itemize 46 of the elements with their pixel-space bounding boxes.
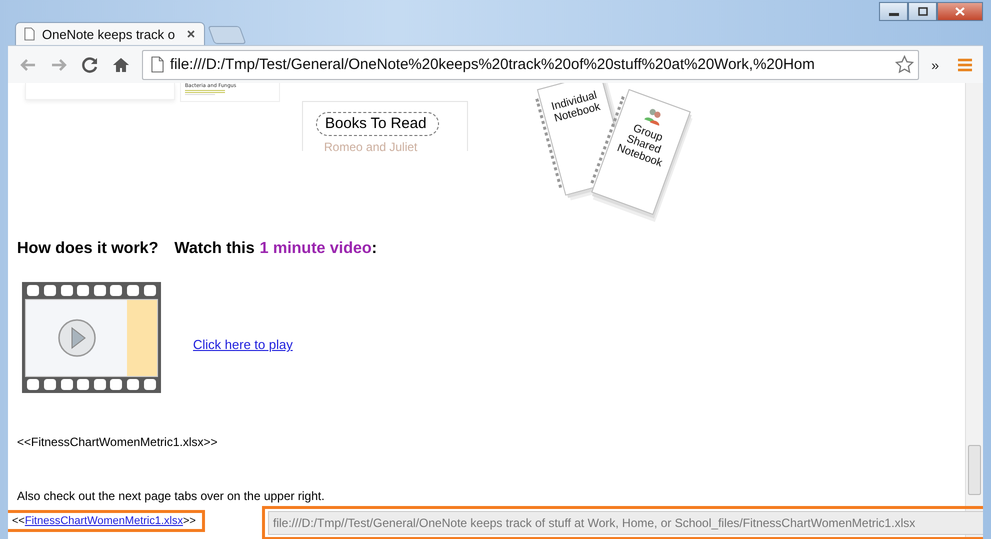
heading-text: :: [372, 240, 377, 258]
minimize-button[interactable]: [879, 2, 908, 21]
book-item: Romeo and Juliet: [323, 140, 418, 154]
attachment-link[interactable]: FitnessChartWomenMetric1.xlsx: [24, 515, 183, 527]
overflow-button[interactable]: »: [925, 56, 945, 72]
close-button[interactable]: [937, 2, 983, 21]
video-thumbnail[interactable]: [22, 282, 161, 393]
sprocket-hole: [94, 285, 106, 296]
sprocket-hole: [110, 285, 122, 296]
star-icon[interactable]: [895, 55, 914, 74]
sprocket-hole: [60, 379, 73, 390]
bracket-text: <<: [12, 515, 25, 527]
status-url: file:///D:/Tmp//Test/General/OneNote keeps track of stuff at Work, Home, or School_files/FitnessChartWomenMetric1.xlsx: [268, 511, 983, 535]
scrollbar-thumb[interactable]: [968, 445, 981, 495]
video-link[interactable]: 1 minute video: [260, 240, 372, 258]
page-icon: [24, 27, 35, 41]
minimize-icon: [888, 13, 898, 16]
sprocket-hole: [44, 285, 56, 296]
address-bar[interactable]: file:///D:/Tmp/Test/General/OneNote%20keeps%20track%20of%20stuff%20at%20Work,%20Hom: [142, 50, 920, 80]
sprocket-hole: [110, 379, 122, 390]
reload-icon[interactable]: [80, 54, 100, 74]
sprocket-hole: [94, 379, 106, 390]
browser-tab[interactable]: OneNote keeps track o: [15, 22, 205, 45]
close-icon[interactable]: [186, 29, 196, 39]
sprocket-hole: [60, 285, 73, 296]
page-icon: [151, 56, 164, 73]
heading-text: How does it work?: [17, 240, 158, 258]
sprocket-hole: [27, 379, 40, 390]
page-title-tag: Books To Read: [316, 112, 440, 136]
menu-icon[interactable]: [957, 56, 973, 72]
sprocket-hole: [77, 379, 90, 390]
sprocket-hole: [144, 379, 156, 390]
sprocket-hole: [144, 285, 156, 296]
play-icon: [56, 318, 96, 358]
sprocket-hole: [27, 285, 40, 296]
scrollbar[interactable]: [965, 83, 983, 539]
sprocket-hole: [127, 285, 140, 296]
maximize-button[interactable]: [908, 2, 937, 21]
play-link[interactable]: Click here to play: [193, 337, 293, 352]
attachment-text: <<FitnessChartWomenMetric1.xlsx>>: [17, 435, 219, 449]
bracket-text: >>: [182, 515, 196, 527]
sprocket-hole: [44, 379, 56, 390]
sprocket-hole: [77, 285, 90, 296]
heading-text: Watch this: [174, 240, 255, 258]
note-text: Also check out the next page tabs over on the upper right.: [17, 489, 326, 503]
sprocket-hole: [127, 379, 140, 390]
